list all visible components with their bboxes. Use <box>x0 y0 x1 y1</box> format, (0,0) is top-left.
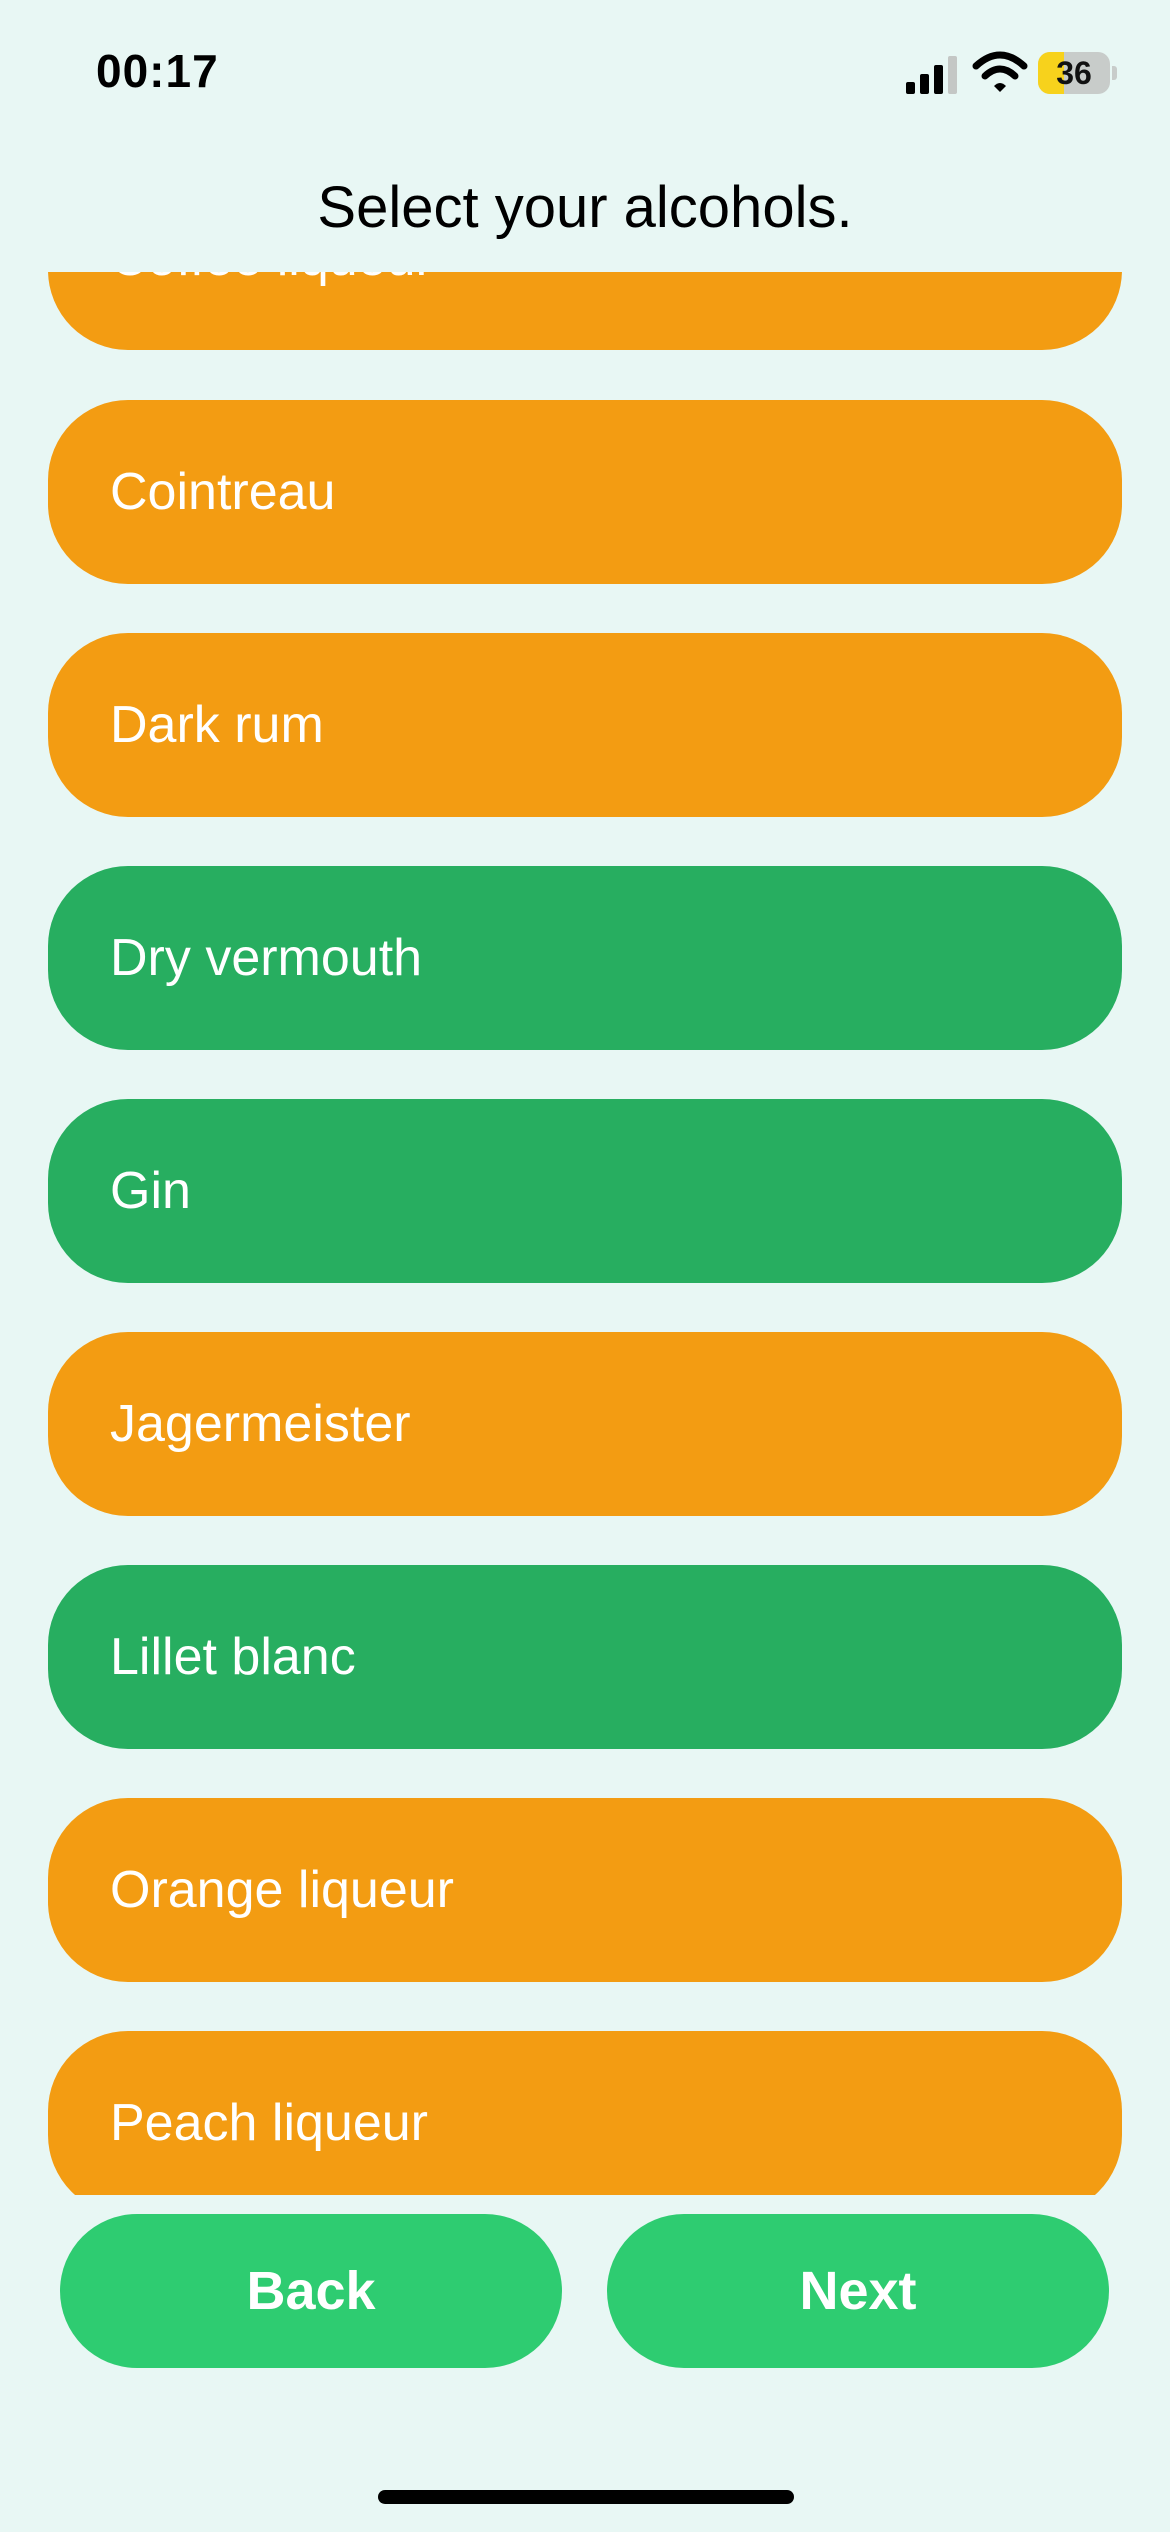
option-label: Dark rum <box>110 696 324 754</box>
battery-body: 36 <box>1038 52 1110 94</box>
option-label: Cointreau <box>110 463 336 521</box>
option-coffee-liqueur[interactable]: Coffee liqueur <box>48 272 1122 350</box>
status-time: 00:17 <box>96 45 219 97</box>
option-lillet-blanc[interactable]: Lillet blanc <box>48 1565 1122 1749</box>
option-label: Coffee liqueur <box>110 272 433 288</box>
option-label: Dry vermouth <box>110 929 423 987</box>
option-cointreau[interactable]: Cointreau <box>48 400 1122 584</box>
option-label: Lillet blanc <box>110 1628 356 1686</box>
option-gin[interactable]: Gin <box>48 1099 1122 1283</box>
option-label: Peach liqueur <box>110 2094 428 2152</box>
option-label: Jagermeister <box>110 1395 411 1453</box>
option-peach-liqueur[interactable]: Peach liqueur <box>48 2031 1122 2195</box>
option-label: Orange liqueur <box>110 1861 454 1919</box>
option-jagermeister[interactable]: Jagermeister <box>48 1332 1122 1516</box>
signal-icon <box>906 56 957 94</box>
option-dark-rum[interactable]: Dark rum <box>48 633 1122 817</box>
wifi-icon <box>972 51 1028 92</box>
battery-percentage: 36 <box>1056 55 1092 91</box>
alcohol-list[interactable]: Coffee liqueur Cointreau Dark rum Dry ve… <box>0 272 1170 2195</box>
option-label: Gin <box>110 1162 191 1220</box>
option-orange-liqueur[interactable]: Orange liqueur <box>48 1798 1122 1982</box>
home-indicator <box>378 2490 794 2504</box>
battery-icon: 36 <box>1038 52 1118 94</box>
option-dry-vermouth[interactable]: Dry vermouth <box>48 866 1122 1050</box>
page-title: Select your alcohols. <box>317 175 853 240</box>
back-button[interactable]: Back <box>60 2214 562 2368</box>
battery-cap <box>1112 66 1117 80</box>
status-bar: 00:17 36 <box>0 0 1170 140</box>
next-button[interactable]: Next <box>607 2214 1109 2368</box>
